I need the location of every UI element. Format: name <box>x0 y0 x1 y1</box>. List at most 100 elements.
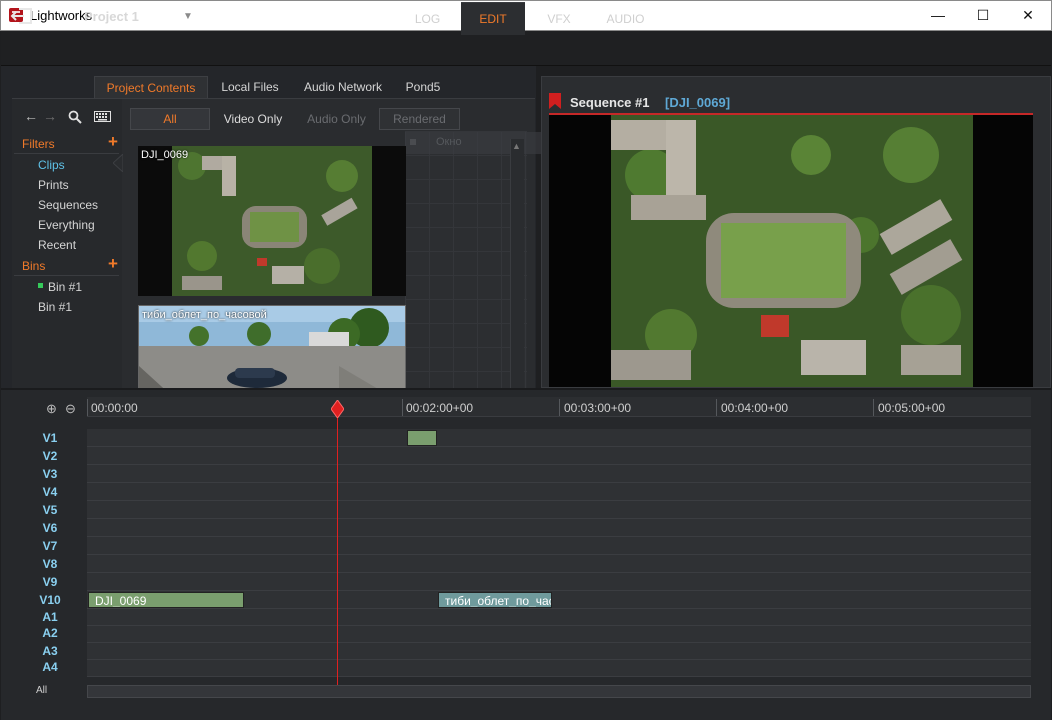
track-label-v3[interactable]: V3 <box>24 467 76 481</box>
filter-tab-audio-only[interactable]: Audio Only <box>296 108 377 130</box>
aerial-thumbnail-image <box>172 146 372 296</box>
viewer-video-frame <box>611 115 973 387</box>
tab-audio-network[interactable]: Audio Network <box>292 76 394 98</box>
sequence-title: Sequence #1 <box>570 95 650 110</box>
track-label-v8[interactable]: V8 <box>24 557 76 571</box>
sequence-clip-name: [DJI_0069] <box>665 95 731 110</box>
ruler-tick <box>873 399 874 416</box>
filter-tab-all[interactable]: All <box>130 108 210 130</box>
close-button[interactable]: ✕ <box>1005 0 1051 30</box>
filter-recent[interactable]: Recent <box>38 238 76 252</box>
ruler-tick <box>716 399 717 416</box>
bookmark-icon <box>549 93 561 109</box>
track-label-v4[interactable]: V4 <box>24 485 76 499</box>
search-icon[interactable] <box>68 110 82 124</box>
timeline-clip[interactable]: DJI_0069 <box>88 592 244 608</box>
tab-vfx[interactable]: VFX <box>531 2 587 35</box>
timeline-clip[interactable] <box>407 430 437 446</box>
window-title: Lightworks <box>30 8 93 23</box>
timecode-label: 00:05:00+00 <box>878 401 946 415</box>
track-row-v4[interactable] <box>87 483 1031 501</box>
forward-arrow-icon[interactable]: → <box>42 108 58 124</box>
track-row-v3[interactable] <box>87 465 1031 483</box>
scroll-up-icon[interactable]: ▲ <box>512 141 521 151</box>
bin-item[interactable]: Bin #1 <box>38 300 72 314</box>
timecode-label: 00:04:00+00 <box>721 401 789 415</box>
playhead-line[interactable] <box>337 403 338 698</box>
clip-thumbnail-label: DJI_0069 <box>141 149 189 161</box>
add-filter-button[interactable]: + <box>108 132 118 152</box>
track-row-v6[interactable] <box>87 519 1031 537</box>
timeline-scrollbar[interactable] <box>87 685 1031 698</box>
content-scrollbar[interactable] <box>510 139 524 388</box>
filter-prints[interactable]: Prints <box>38 178 69 192</box>
track-label-v6[interactable]: V6 <box>24 521 76 535</box>
maximize-button[interactable]: ☐ <box>960 0 1006 30</box>
app-topbar <box>1 31 1051 66</box>
track-row-v9[interactable] <box>87 573 1031 591</box>
filter-everything[interactable]: Everything <box>38 218 95 232</box>
track-row-v5[interactable] <box>87 501 1031 519</box>
track-label-a1[interactable]: A1 <box>24 610 76 624</box>
track-label-v7[interactable]: V7 <box>24 539 76 553</box>
track-row-a4[interactable] <box>87 660 1031 677</box>
divider <box>14 153 119 154</box>
selection-pointer <box>113 154 123 172</box>
track-label-v5[interactable]: V5 <box>24 503 76 517</box>
ruler-tick <box>87 399 88 416</box>
timecode-label: 00:03:00+00 <box>564 401 632 415</box>
clip-thumbnail[interactable]: DJI_0069 <box>138 146 406 296</box>
all-tracks-toggle[interactable]: All <box>36 685 47 696</box>
zoom-in-icon[interactable]: ⊕ <box>46 401 60 416</box>
track-row-v8[interactable] <box>87 555 1031 573</box>
zoom-out-icon[interactable]: ⊖ <box>65 401 79 416</box>
track-row-a3[interactable] <box>87 643 1031 660</box>
timecode-label: 00:00:00 <box>91 401 138 415</box>
timecode-label: 00:02:00+00 <box>406 401 474 415</box>
ghost-window-icon <box>410 139 416 145</box>
ruler-tick <box>559 399 560 416</box>
tab-edit[interactable]: EDIT <box>461 2 525 35</box>
add-bin-button[interactable]: + <box>108 254 118 274</box>
tab-project-contents[interactable]: Project Contents <box>94 76 208 98</box>
timeline-clip[interactable]: тиби_облет_по_часовой <box>438 592 552 608</box>
filter-tab-rendered[interactable]: Rendered <box>379 108 460 130</box>
bin-status-icon <box>38 283 43 288</box>
track-label-v1[interactable]: V1 <box>24 431 76 445</box>
bin-item[interactable]: Bin #1 <box>48 280 82 294</box>
bins-heading: Bins <box>22 259 46 273</box>
tab-log[interactable]: LOG <box>400 2 455 35</box>
track-row-v7[interactable] <box>87 537 1031 555</box>
track-row-v1[interactable] <box>87 429 1031 447</box>
filter-tab-video-only[interactable]: Video Only <box>212 108 294 130</box>
track-label-v10[interactable]: V10 <box>24 593 76 607</box>
ghost-window-label: Окно <box>436 136 462 148</box>
filters-heading: Filters <box>22 137 55 151</box>
divider <box>14 275 119 276</box>
minimize-button[interactable]: — <box>915 0 961 30</box>
tab-local-files[interactable]: Local Files <box>212 76 288 98</box>
track-label-a4[interactable]: A4 <box>24 660 76 674</box>
keyboard-icon[interactable] <box>94 111 111 122</box>
track-label-a3[interactable]: A3 <box>24 644 76 658</box>
track-row-v2[interactable] <box>87 447 1031 465</box>
track-row-a2[interactable] <box>87 626 1031 643</box>
back-arrow-icon[interactable]: ← <box>23 108 39 124</box>
filter-clips[interactable]: Clips <box>38 158 65 172</box>
project-title[interactable]: Project 1 <box>84 9 139 24</box>
track-label-a2[interactable]: A2 <box>24 626 76 640</box>
track-label-v9[interactable]: V9 <box>24 575 76 589</box>
tab-audio[interactable]: AUDIO <box>593 2 658 35</box>
playhead-handle[interactable] <box>331 400 344 418</box>
viewer-screen[interactable] <box>549 115 1033 387</box>
chevron-down-icon[interactable]: ▼ <box>183 11 193 22</box>
tile-grid-background <box>405 131 527 388</box>
window-titlebar <box>0 0 1052 31</box>
filter-sequences[interactable]: Sequences <box>38 198 98 212</box>
clip-thumbnail-label: тиби_облет_по_часовой <box>142 309 267 321</box>
exit-project-icon[interactable] <box>10 7 34 25</box>
tab-pond5[interactable]: Pond5 <box>398 76 448 98</box>
track-row-a1[interactable] <box>87 609 1031 626</box>
ruler-tick <box>402 399 403 416</box>
track-label-v2[interactable]: V2 <box>24 449 76 463</box>
